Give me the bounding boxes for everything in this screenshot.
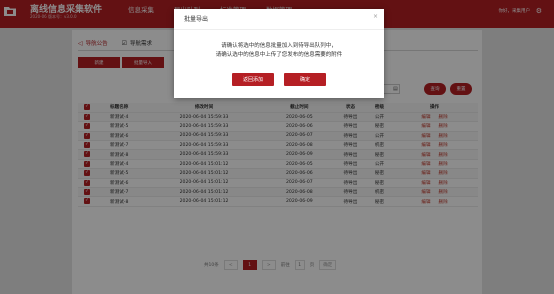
return-add-button[interactable]: 返回添加 bbox=[232, 73, 274, 86]
dialog-divider bbox=[174, 29, 384, 30]
confirm-button[interactable]: 确定 bbox=[284, 73, 326, 86]
dialog-message-line-2: 请确认选中的信息中上传了您发布的信息需要的附件 bbox=[215, 52, 343, 58]
batch-export-dialog: 批量导出 × 请确认将选中的信息批量加入到待导出队列中， 请确认选中的信息中上传… bbox=[174, 9, 384, 98]
dialog-title: 批量导出 bbox=[184, 16, 209, 23]
close-icon[interactable]: × bbox=[373, 13, 378, 20]
dialog-buttons: 返回添加 确定 bbox=[174, 73, 384, 86]
dialog-message-line-1: 请确认将选中的信息批量加入到待导出队列中， bbox=[221, 43, 337, 49]
dialog-message: 请确认将选中的信息批量加入到待导出队列中， 请确认选中的信息中上传了您发布的信息… bbox=[174, 42, 384, 60]
